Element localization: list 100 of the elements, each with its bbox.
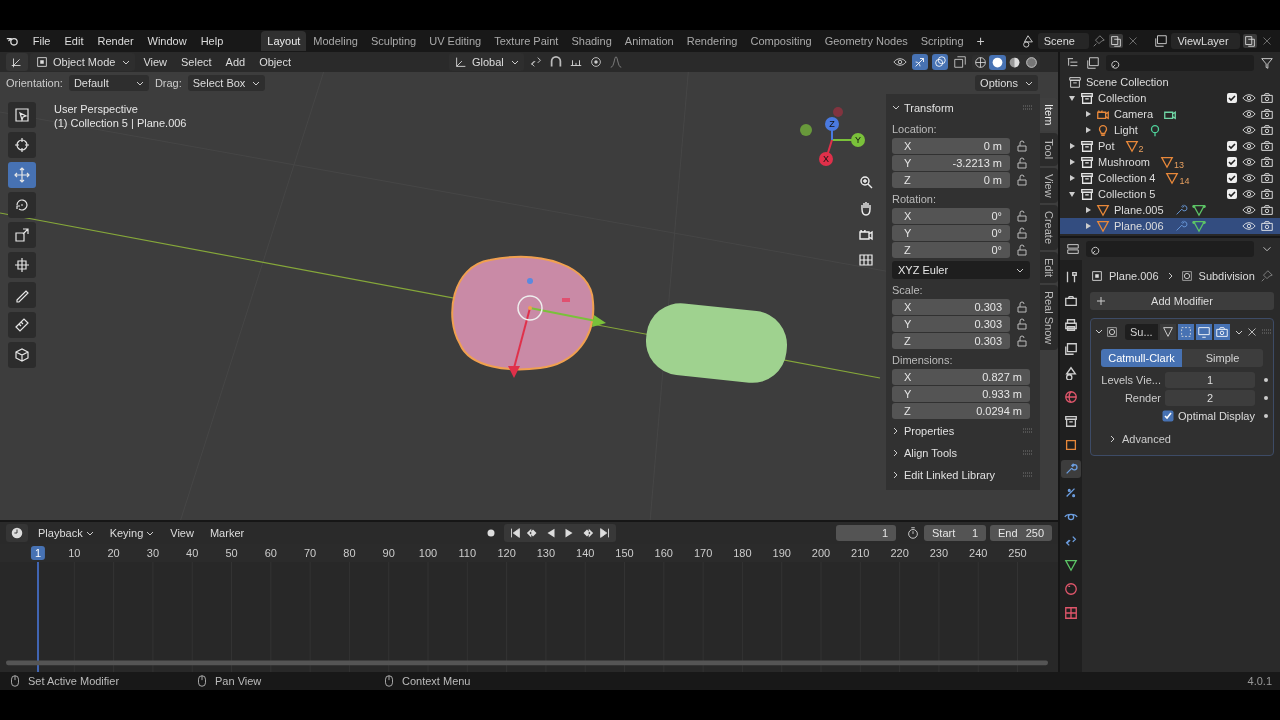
disclosure-triangle-icon[interactable] (1084, 222, 1092, 230)
chevron-icon[interactable] (892, 449, 900, 457)
checkbox[interactable] (1226, 92, 1238, 104)
sidebar-tab[interactable]: Edit (1040, 252, 1058, 284)
modifier-name-field[interactable]: Su... (1125, 324, 1158, 340)
rendered-shading-button[interactable] (1023, 54, 1040, 70)
workspace-tab[interactable]: Modeling (307, 31, 364, 51)
editor-type-icon[interactable] (1066, 242, 1080, 256)
tree-item[interactable]: Collection 5 (1060, 186, 1280, 202)
menu-item[interactable]: Keying (103, 525, 161, 541)
checkbox[interactable] (1226, 156, 1238, 168)
camera-icon[interactable] (1260, 123, 1274, 137)
copy-icon[interactable] (1243, 34, 1257, 48)
overlay-toggle-icon[interactable] (932, 54, 948, 70)
tree-item[interactable]: Pot 2 (1060, 138, 1280, 154)
menu-item[interactable]: Select (175, 54, 218, 70)
disclosure-triangle-icon[interactable] (1068, 94, 1076, 102)
lock-icon[interactable] (1016, 210, 1028, 222)
current-frame-field[interactable]: 1 (836, 525, 896, 541)
number-field[interactable]: Y 0.303 (892, 316, 1010, 332)
image-icon[interactable] (1154, 34, 1169, 48)
number-field[interactable]: Z 0.0294 m (892, 403, 1030, 419)
drag-handle-icon[interactable] (1022, 105, 1034, 111)
workspace-tab[interactable]: Rendering (680, 31, 744, 51)
add-workspace-button[interactable]: + (970, 31, 991, 51)
tree-item[interactable]: Mushroom 13 (1060, 154, 1280, 170)
disclosure-triangle-icon[interactable] (1068, 142, 1076, 150)
checkbox[interactable] (1226, 188, 1238, 200)
image-icon[interactable] (1086, 56, 1100, 70)
tool-button[interactable] (8, 252, 36, 278)
keyframe-dot-icon[interactable] (1263, 413, 1269, 419)
number-field[interactable]: X 0 m (892, 138, 1010, 154)
end-frame-field[interactable]: End 250 (990, 525, 1052, 541)
chevron-icon[interactable] (892, 471, 900, 479)
mode-dropdown[interactable]: Object Mode (30, 53, 136, 71)
caret-icon[interactable] (1234, 328, 1243, 336)
drag-handle-icon[interactable] (1022, 472, 1034, 478)
menu-item[interactable]: Edit (58, 33, 90, 49)
editor-type-button[interactable] (6, 53, 28, 71)
tree-item[interactable]: Plane.005 (1060, 202, 1280, 218)
checkbox[interactable] (1226, 172, 1238, 184)
zoom-icon[interactable] (858, 174, 874, 190)
panel-title[interactable]: Edit Linked Library (904, 469, 1018, 481)
tool-button[interactable] (8, 222, 36, 248)
sidebar-tab[interactable]: Tool (1040, 133, 1058, 166)
rotation-mode-dropdown[interactable]: XYZ Euler (892, 261, 1030, 279)
number-field[interactable]: X 0.303 (892, 299, 1010, 315)
number-field[interactable]: Y -3.2213 m (892, 155, 1010, 171)
eye-icon[interactable] (1242, 171, 1256, 185)
workspace-tab[interactable]: Sculpting (364, 31, 423, 51)
tree-item[interactable]: Plane.006 (1060, 218, 1280, 234)
disclosure-triangle-icon[interactable] (1068, 190, 1076, 198)
tool-button[interactable] (8, 132, 36, 158)
panel-title[interactable]: Align Tools (904, 447, 1018, 459)
chevron-icon[interactable] (1109, 435, 1117, 443)
triangle-icon[interactable] (1159, 324, 1176, 340)
keyframe-dot-icon[interactable] (1263, 395, 1269, 401)
eye-icon[interactable] (1242, 123, 1256, 137)
chevron-icon[interactable] (1095, 328, 1103, 336)
eye-icon[interactable] (1242, 219, 1256, 233)
scrollbar[interactable] (6, 660, 1048, 666)
lock-icon[interactable] (1016, 318, 1028, 330)
number-field[interactable]: Z 0.303 (892, 333, 1010, 349)
menu-item[interactable]: Help (194, 33, 230, 49)
vertices-icon[interactable] (1177, 324, 1194, 340)
disclosure-triangle-icon[interactable] (1068, 158, 1076, 166)
chevron-icon[interactable] (892, 427, 900, 435)
camera-icon[interactable] (1213, 324, 1230, 340)
sidebar-tab[interactable]: Create (1040, 205, 1058, 251)
orientation-dropdown[interactable]: Global (449, 53, 524, 71)
tree-item[interactable]: Camera (1060, 106, 1280, 122)
checkbox[interactable] (1226, 140, 1238, 152)
tool-button[interactable] (8, 342, 36, 368)
sidebar-tab[interactable]: View (1040, 167, 1058, 204)
tool-button[interactable] (8, 282, 36, 308)
lock-icon[interactable] (1016, 174, 1028, 186)
chevron-icon[interactable] (892, 104, 900, 112)
tool-button[interactable] (8, 102, 36, 128)
filter-icon[interactable] (1260, 56, 1274, 70)
lock-icon[interactable] (1016, 335, 1028, 347)
menu-item[interactable]: Window (141, 33, 193, 49)
menu-item[interactable]: View (137, 54, 174, 70)
lock-icon[interactable] (1016, 140, 1028, 152)
hand-icon[interactable] (858, 200, 874, 216)
menu-item[interactable]: Render (91, 33, 140, 49)
number-field[interactable]: Z 0° (892, 242, 1010, 258)
view-layer-field[interactable]: ViewLayer (1171, 33, 1240, 49)
keyframe-dot-icon[interactable] (1263, 377, 1269, 383)
lock-icon[interactable] (1016, 157, 1028, 169)
scene-field[interactable]: Scene (1037, 33, 1090, 49)
disclosure-triangle-icon[interactable] (1084, 126, 1092, 134)
editor-type-button[interactable] (6, 524, 28, 542)
lock-icon[interactable] (1016, 227, 1028, 239)
solid-shading-button[interactable] (989, 54, 1006, 70)
tree-item[interactable]: Scene Collection (1060, 74, 1280, 90)
tool-button[interactable] (8, 312, 36, 338)
wireframe-shading-button[interactable] (972, 54, 989, 70)
current-frame-marker[interactable]: 1 (30, 546, 46, 560)
workspace-tab[interactable]: Texture Paint (488, 31, 565, 51)
eye-icon[interactable] (1242, 107, 1256, 121)
